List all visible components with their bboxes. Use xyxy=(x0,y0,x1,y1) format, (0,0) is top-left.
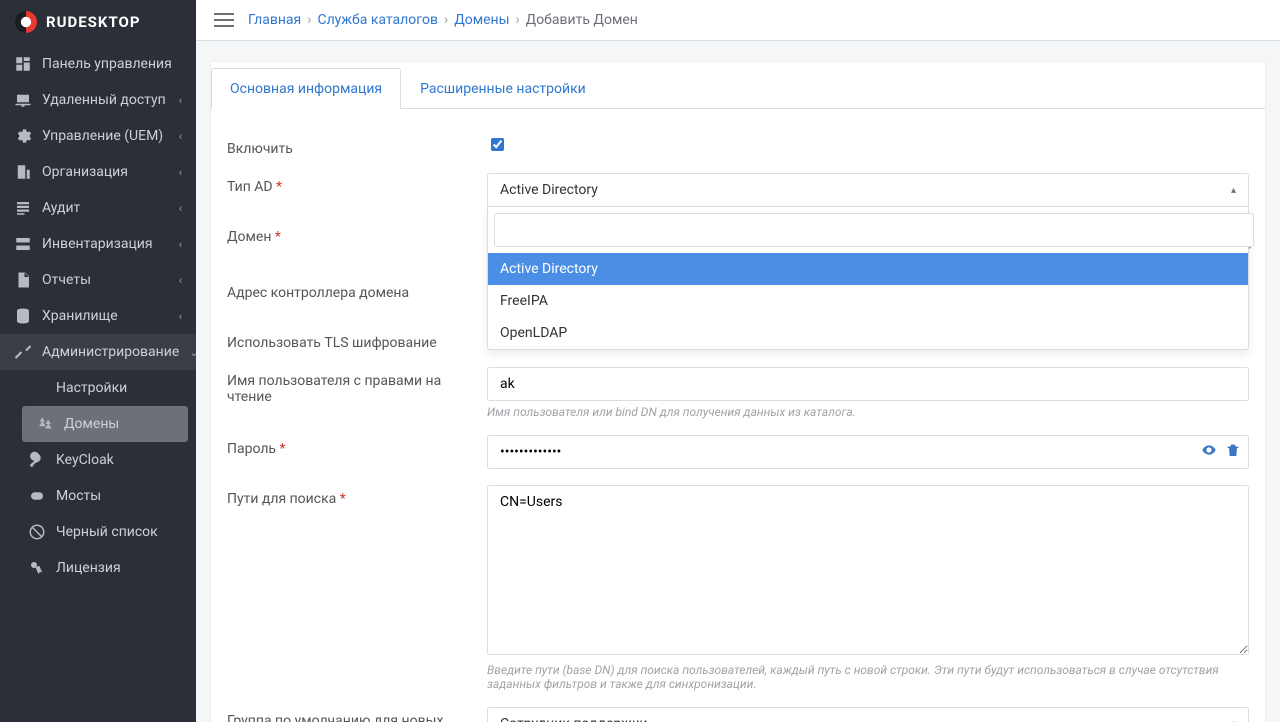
chevron-left-icon: ‹ xyxy=(179,274,182,287)
sidebar-item-audit[interactable]: Аудит ‹ xyxy=(0,190,196,226)
sidebar-item-uem[interactable]: Управление (UEM) ‹ xyxy=(0,118,196,154)
sidebar-item-label: Настройки xyxy=(56,380,127,396)
breadcrumb: Главная › Служба каталогов › Домены › До… xyxy=(248,12,638,28)
chevron-left-icon: ‹ xyxy=(179,238,182,251)
default-group-select[interactable]: Сотрудник поддержки ▾ xyxy=(487,707,1249,722)
sidebar-item-storage[interactable]: Хранилище ‹ xyxy=(0,298,196,334)
sidebar-item-label: Панель управления xyxy=(42,56,172,72)
forest-icon xyxy=(36,415,54,433)
sidebar-item-label: Лицензия xyxy=(56,560,121,576)
adtype-option-freeipa[interactable]: FreeIPA xyxy=(488,285,1248,317)
breadcrumb-current: Добавить Домен xyxy=(526,12,638,28)
adtype-option-ad[interactable]: Active Directory xyxy=(488,253,1248,285)
gear-icon xyxy=(14,127,32,145)
sidebar-item-label: Аудит xyxy=(42,200,80,216)
sidebar-sub-license[interactable]: Лицензия xyxy=(14,550,196,586)
chevron-left-icon: ‹ xyxy=(179,94,182,107)
sidebar-item-admin[interactable]: Администрирование ⌄ xyxy=(0,334,196,370)
controller-label: Адрес контроллера домена xyxy=(227,279,487,301)
adtype-value: Active Directory xyxy=(500,182,598,198)
eye-icon[interactable] xyxy=(1201,442,1217,462)
sidebar-item-org[interactable]: Организация ‹ xyxy=(0,154,196,190)
sidebar-item-label: Удаленный доступ xyxy=(42,92,166,108)
tools-icon xyxy=(14,343,32,361)
key-icon xyxy=(28,451,46,469)
file-icon xyxy=(14,271,32,289)
trash-icon[interactable] xyxy=(1225,442,1241,462)
sliders-icon xyxy=(28,379,46,397)
chevron-down-icon: ⌄ xyxy=(189,346,198,359)
domain-label: Домен * xyxy=(227,223,487,245)
chevron-left-icon: ‹ xyxy=(179,202,182,215)
sidebar-item-label: Отчеты xyxy=(42,272,91,288)
sidebar-sub-keycloak[interactable]: KeyCloak xyxy=(14,442,196,478)
password-input[interactable] xyxy=(487,435,1249,469)
brand-text: RUDESKTOP xyxy=(46,13,141,31)
remote-icon xyxy=(14,91,32,109)
tab-advanced[interactable]: Расширенные настройки xyxy=(401,68,605,109)
sidebar-item-label: Мосты xyxy=(56,488,101,504)
list-icon xyxy=(14,199,32,217)
read-user-hint: Имя пользователя или bind DN для получен… xyxy=(487,405,1249,419)
building-icon xyxy=(14,163,32,181)
sidebar-sub-settings[interactable]: Настройки xyxy=(14,370,196,406)
sidebar-item-label: Администрирование xyxy=(42,344,179,360)
default-group-label: Группа по умолчанию для новых пользовате… xyxy=(227,707,487,722)
form-card: Основная информация Расширенные настройк… xyxy=(210,61,1266,722)
chevron-left-icon: ‹ xyxy=(179,310,182,323)
sidebar-item-label: KeyCloak xyxy=(56,452,114,468)
chevron-left-icon: ‹ xyxy=(179,130,182,143)
tls-label: Использовать TLS шифрование xyxy=(227,329,487,351)
sidebar-item-label: Инвентаризация xyxy=(42,236,153,252)
topbar: Главная › Служба каталогов › Домены › До… xyxy=(196,0,1280,41)
password-label: Пароль * xyxy=(227,435,487,457)
default-group-value: Сотрудник поддержки xyxy=(500,716,648,722)
sidebar-item-label: Черный список xyxy=(56,524,158,540)
caret-up-icon: ▴ xyxy=(1231,185,1236,196)
enable-checkbox[interactable] xyxy=(491,138,504,151)
caret-down-icon: ▾ xyxy=(1231,719,1236,722)
sidebar-item-reports[interactable]: Отчеты ‹ xyxy=(0,262,196,298)
sidebar-item-label: Организация xyxy=(42,164,128,180)
menu-toggle-icon[interactable] xyxy=(214,13,234,27)
server-icon xyxy=(14,235,32,253)
brand-logo-icon xyxy=(14,10,38,34)
search-paths-textarea[interactable] xyxy=(487,485,1249,655)
search-paths-label: Пути для поиска * xyxy=(227,485,487,507)
sidebar-item-label: Управление (UEM) xyxy=(42,128,163,144)
license-icon xyxy=(28,559,46,577)
sidebar-item-label: Домены xyxy=(64,416,119,432)
chevron-left-icon: ‹ xyxy=(179,166,182,179)
search-paths-hint: Введите пути (base DN) для поиска пользо… xyxy=(487,663,1249,691)
sidebar-item-remote[interactable]: Удаленный доступ ‹ xyxy=(0,82,196,118)
tab-main[interactable]: Основная информация xyxy=(211,68,401,109)
read-user-input[interactable] xyxy=(487,367,1249,401)
adtype-dropdown: Active Directory FreeIPA OpenLDAP xyxy=(487,206,1249,350)
sidebar-item-label: Хранилище xyxy=(42,308,118,324)
brand: RUDESKTOP xyxy=(0,0,196,46)
ban-icon xyxy=(28,523,46,541)
sidebar-admin-submenu: Настройки Домены KeyCloak Мосты Черный с… xyxy=(0,370,196,586)
tabs: Основная информация Расширенные настройк… xyxy=(211,62,1265,109)
database-icon xyxy=(14,307,32,325)
adtype-select[interactable]: Active Directory ▴ xyxy=(487,173,1249,207)
breadcrumb-domains[interactable]: Домены xyxy=(454,12,509,28)
read-user-label: Имя пользователя с правами на чтение xyxy=(227,367,487,405)
adtype-option-openldap[interactable]: OpenLDAP xyxy=(488,317,1248,349)
adtype-label: Тип AD * xyxy=(227,173,487,195)
link-icon xyxy=(28,487,46,505)
sidebar-sub-blacklist[interactable]: Черный список xyxy=(14,514,196,550)
breadcrumb-home[interactable]: Главная xyxy=(248,12,301,28)
enable-label: Включить xyxy=(227,135,487,157)
sidebar-sub-bridges[interactable]: Мосты xyxy=(14,478,196,514)
breadcrumb-catalog[interactable]: Служба каталогов xyxy=(317,12,438,28)
sidebar-item-dashboard[interactable]: Панель управления xyxy=(0,46,196,82)
sidebar-sub-domains[interactable]: Домены xyxy=(22,406,188,442)
adtype-search-input[interactable] xyxy=(494,213,1254,247)
sidebar-item-inventory[interactable]: Инвентаризация ‹ xyxy=(0,226,196,262)
dashboard-icon xyxy=(14,55,32,73)
sidebar: RUDESKTOP Панель управления Удаленный до… xyxy=(0,0,196,722)
